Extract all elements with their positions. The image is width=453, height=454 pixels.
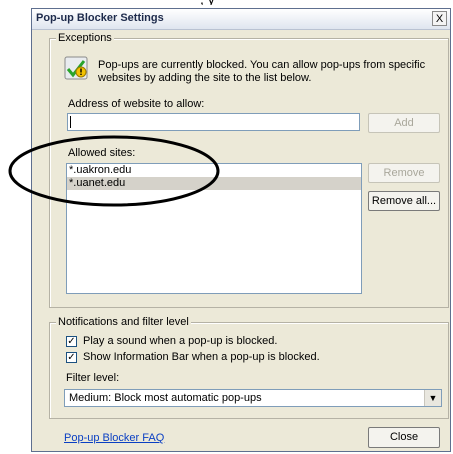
allowed-sites-list[interactable]: *.uakron.edu *.uanet.edu [66, 163, 362, 294]
address-input[interactable] [67, 113, 360, 131]
play-sound-label: Play a sound when a pop-up is blocked. [83, 335, 278, 347]
cropped-caption-text: , y [200, 0, 400, 5]
list-item[interactable]: *.uanet.edu [67, 177, 361, 190]
faq-link[interactable]: Pop-up Blocker FAQ [64, 432, 164, 444]
show-info-bar-checkbox[interactable]: ✓ [66, 352, 77, 363]
remove-all-button[interactable]: Remove all... [368, 191, 440, 211]
list-item[interactable]: *.uakron.edu [67, 164, 361, 177]
dialog-title: Pop-up Blocker Settings [36, 12, 164, 24]
filter-level-select[interactable]: Medium: Block most automatic pop-ups ▼ [64, 389, 442, 407]
close-button[interactable]: Close [368, 427, 440, 448]
allowed-sites-label: Allowed sites: [68, 147, 136, 159]
text-caret [70, 116, 71, 128]
filter-level-label: Filter level: [66, 372, 120, 384]
address-label: Address of website to allow: [68, 98, 205, 110]
title-bar: Pop-up Blocker Settings X [32, 9, 450, 30]
close-window-button[interactable]: X [432, 11, 447, 26]
add-button[interactable]: Add [368, 113, 440, 133]
warning-shield-icon [64, 56, 88, 80]
filter-level-value: Medium: Block most automatic pop-ups [69, 392, 262, 404]
close-icon: X [435, 13, 444, 25]
chevron-down-icon[interactable]: ▼ [424, 390, 441, 406]
exceptions-legend: Exceptions [56, 32, 114, 44]
play-sound-checkbox[interactable]: ✓ [66, 336, 77, 347]
remove-button[interactable]: Remove [368, 163, 440, 183]
notifications-legend: Notifications and filter level [56, 316, 191, 328]
show-info-bar-label: Show Information Bar when a pop-up is bl… [83, 351, 320, 363]
blocked-message: Pop-ups are currently blocked. You can a… [98, 59, 426, 84]
